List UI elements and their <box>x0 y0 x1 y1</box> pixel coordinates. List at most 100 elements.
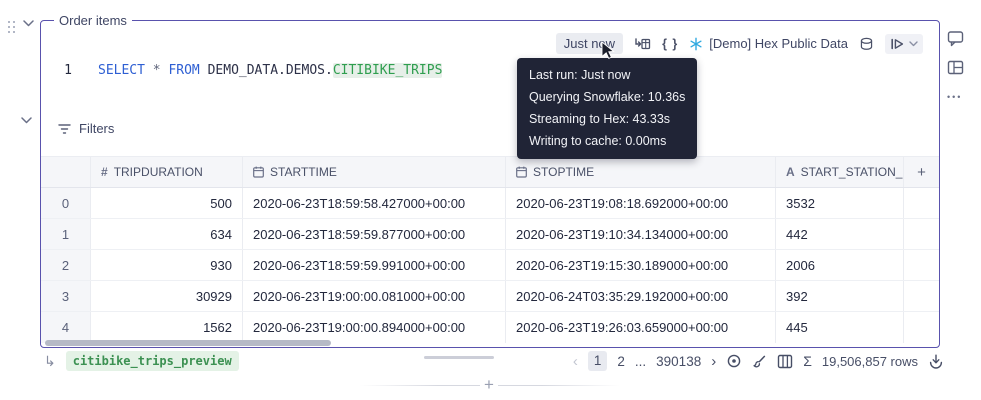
calendar-icon <box>253 166 264 178</box>
table-footer-controls: ‹ 1 2 ... 390138 › Σ 19,506,857 rows <box>573 350 944 372</box>
cell-empty <box>904 250 939 280</box>
sql-code-line: SELECT * FROM DEMO_DATA.DEMOS.CITIBIKE_T… <box>98 63 443 78</box>
cell-value: 2020-06-23T19:10:34.134000+00:00 <box>506 219 776 249</box>
table-row: 1 634 2020-06-23T18:59:59.877000+00:00 2… <box>41 219 939 250</box>
row-index: 1 <box>41 219 91 249</box>
filters-label: Filters <box>79 121 115 136</box>
table-row: 3 30929 2020-06-23T19:00:00.081000+00:00… <box>41 281 939 312</box>
filters-bar[interactable]: Filters <box>58 121 114 136</box>
tooltip-line: Writing to cache: 0.00ms <box>529 134 667 148</box>
cell-value: 2020-06-23T18:59:58.427000+00:00 <box>243 188 506 218</box>
column-header-stoptime[interactable]: STOPTIME <box>506 157 776 187</box>
cell-value: 1562 <box>91 312 243 343</box>
page-ellipsis: ... <box>634 353 647 369</box>
line-number: 1 <box>64 63 72 78</box>
cell-title[interactable]: Order items <box>54 13 132 28</box>
cell-value: 634 <box>91 219 243 249</box>
sql-keyword: SELECT <box>98 63 145 78</box>
row-index: 0 <box>41 188 91 218</box>
snowflake-icon <box>689 37 703 51</box>
column-header-start-station[interactable]: A START_STATION_ <box>776 157 904 187</box>
table-resize-handle[interactable] <box>424 356 494 359</box>
sql-star: * <box>152 63 161 78</box>
open-as-table-icon[interactable] <box>634 36 651 52</box>
cell-collapse-chevron-icon[interactable] <box>23 20 34 27</box>
cell-value: 500 <box>91 188 243 218</box>
connection-label: [Demo] Hex Public Data <box>709 36 848 51</box>
tooltip-line: Last run: Just now <box>529 68 631 82</box>
cell-value: 2020-06-23T18:59:59.991000+00:00 <box>243 250 506 280</box>
more-options-icon[interactable]: ••• <box>947 92 962 102</box>
download-icon[interactable] <box>928 353 944 369</box>
cell-value: 3532 <box>776 188 904 218</box>
cell-value: 2020-06-23T18:59:59.877000+00:00 <box>243 219 506 249</box>
sql-cell: Order items Just now { } [Demo] Hex Publ… <box>40 13 940 348</box>
cell-value: 2006 <box>776 250 904 280</box>
cell-value: 30929 <box>91 281 243 311</box>
layout-view-icon[interactable] <box>947 60 964 75</box>
cell-value: 2020-06-23T19:15:30.189000+00:00 <box>506 250 776 280</box>
cell-empty <box>904 312 939 343</box>
result-variable-badge[interactable]: citibike_trips_preview <box>65 351 239 371</box>
add-column-button[interactable]: + <box>904 157 939 187</box>
sql-schema: DEMO_DATA.DEMOS. <box>207 63 333 78</box>
index-header <box>41 157 91 187</box>
cell-value: 392 <box>776 281 904 311</box>
prev-page-button[interactable]: ‹ <box>573 353 578 370</box>
output-collapse-chevron-icon[interactable] <box>21 117 32 124</box>
preview-eye-icon[interactable] <box>726 353 742 369</box>
number-type-icon: # <box>101 165 108 179</box>
cell-value: 2020-06-23T19:26:03.659000+00:00 <box>506 312 776 343</box>
table-row: 2 930 2020-06-23T18:59:59.991000+00:00 2… <box>41 250 939 281</box>
cell-value: 2020-06-23T19:08:18.692000+00:00 <box>506 188 776 218</box>
run-cell-icon[interactable] <box>890 37 905 51</box>
calendar-icon <box>516 166 527 178</box>
cell-value: 2020-06-23T19:00:00.081000+00:00 <box>243 281 506 311</box>
tooltip-line: Querying Snowflake: 10.36s <box>529 90 686 104</box>
table-header-row: # TRIPDURATION STARTTIME STOPTIME A STAR… <box>41 156 939 188</box>
cell-value: 2020-06-24T03:35:29.192000+00:00 <box>506 281 776 311</box>
table-row: 0 500 2020-06-23T18:59:58.427000+00:00 2… <box>41 188 939 219</box>
sql-table-ref: CITIBIKE_TRIPS <box>332 63 443 78</box>
parameters-braces-icon[interactable]: { } <box>662 37 678 51</box>
row-index: 3 <box>41 281 91 311</box>
cell-value: 2020-06-23T19:00:00.894000+00:00 <box>243 312 506 343</box>
sql-keyword: FROM <box>168 63 200 78</box>
format-brush-icon[interactable] <box>752 354 767 369</box>
cell-empty <box>904 188 939 218</box>
page-1-button[interactable]: 1 <box>587 351 608 371</box>
column-header-tripduration[interactable]: # TRIPDURATION <box>91 157 243 187</box>
add-cell-button[interactable]: + <box>480 374 498 395</box>
next-page-button[interactable]: › <box>711 353 716 370</box>
tooltip-line: Streaming to Hex: 43.33s <box>529 112 671 126</box>
output-variable-row: ↳ citibike_trips_preview <box>44 351 239 371</box>
run-cell-group <box>885 33 923 54</box>
run-options-chevron-icon[interactable] <box>909 40 918 47</box>
cell-empty <box>904 219 939 249</box>
return-arrow-icon: ↳ <box>44 352 56 369</box>
cell-value: 442 <box>776 219 904 249</box>
column-header-starttime[interactable]: STARTTIME <box>243 157 506 187</box>
connection-selector[interactable]: [Demo] Hex Public Data <box>689 36 848 51</box>
comments-icon[interactable] <box>947 30 964 47</box>
page-2-button[interactable]: 2 <box>617 354 625 369</box>
aggregate-sigma-icon[interactable]: Σ <box>803 353 812 369</box>
last-page-button[interactable]: 390138 <box>656 354 701 369</box>
cell-empty <box>904 281 939 311</box>
mouse-cursor-icon <box>601 41 615 60</box>
sql-editor[interactable]: 1 SELECT * FROM DEMO_DATA.DEMOS.CITIBIKE… <box>58 63 443 78</box>
string-type-icon: A <box>786 165 795 179</box>
cell-value: 445 <box>776 312 904 343</box>
database-icon[interactable] <box>859 36 874 52</box>
columns-icon[interactable] <box>777 354 793 369</box>
horizontal-scrollbar[interactable] <box>45 340 331 346</box>
table-row: 4 1562 2020-06-23T19:00:00.894000+00:00 … <box>41 312 939 343</box>
run-stats-tooltip: Last run: Just now Querying Snowflake: 1… <box>517 58 698 159</box>
notebook-canvas: Order items Just now { } [Demo] Hex Publ… <box>0 0 981 400</box>
cell-drag-handle-icon[interactable] <box>8 21 16 34</box>
filter-icon <box>58 123 71 134</box>
cell-value: 930 <box>91 250 243 280</box>
row-index: 2 <box>41 250 91 280</box>
result-table: # TRIPDURATION STARTTIME STOPTIME A STAR… <box>41 156 939 343</box>
row-index: 4 <box>41 312 91 343</box>
